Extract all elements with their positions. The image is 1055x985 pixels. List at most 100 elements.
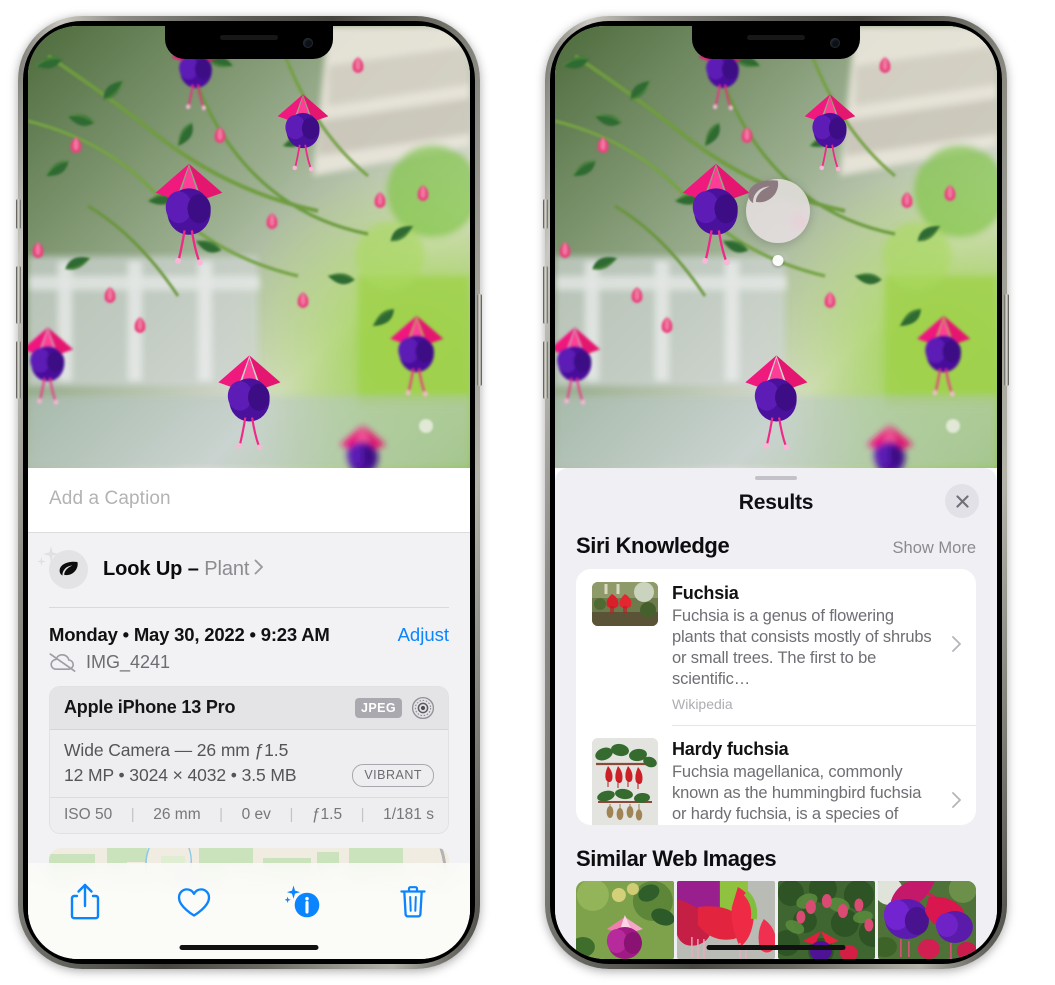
favorite-button[interactable]: [167, 877, 221, 927]
earpiece-grille-icon: [220, 35, 278, 40]
mute-switch-left[interactable]: [16, 199, 21, 229]
stat-separator: |: [289, 806, 294, 823]
fuchsia-photo: [555, 26, 997, 468]
stat-separator: |: [219, 806, 224, 823]
leaf-badge: [37, 546, 88, 589]
chevron-right-icon: [947, 791, 962, 814]
similar-images-header: Similar Web Images: [555, 825, 997, 881]
volume-down-left[interactable]: [16, 341, 21, 399]
phone-left: Add a Caption Look Up – Plant Monday • M…: [16, 16, 482, 969]
front-camera-icon: [830, 38, 840, 48]
screen-right: Results Siri Knowledge Show More Fuchsia…: [555, 26, 997, 959]
similar-images-title: Similar Web Images: [576, 846, 777, 871]
specs-line: 12 MP • 3024 × 4032 • 3.5 MB: [64, 764, 297, 785]
visual-lookup-anchor-dot: [772, 255, 784, 266]
fuchsia-red-flowers-thumb: [592, 582, 658, 627]
filename: IMG_4241: [86, 651, 171, 672]
notch-left: [165, 26, 333, 59]
caption-field-row[interactable]: Add a Caption: [28, 468, 470, 533]
fuchsia-pink-white-thumb: [576, 881, 674, 959]
format-badge: JPEG: [355, 697, 402, 718]
knowledge-description: Fuchsia magellanica, commonly known as t…: [672, 762, 922, 823]
vibrant-badge: VIBRANT: [352, 763, 434, 787]
results-sheet: Results Siri Knowledge Show More Fuchsia…: [555, 468, 997, 959]
close-icon: [955, 494, 969, 508]
exif-stat-shutter: 1/181 s: [383, 805, 434, 823]
share-button[interactable]: [58, 877, 112, 927]
notch-right: [692, 26, 860, 59]
lens-line: Wide Camera — 26 mm ƒ1.5: [64, 739, 289, 760]
stat-separator: |: [130, 806, 135, 823]
filename-row: IMG_4241: [28, 646, 470, 686]
cloud-slash-icon: [49, 652, 76, 672]
siri-knowledge-title: Siri Knowledge: [576, 533, 730, 559]
siri-knowledge-header: Siri Knowledge Show More: [555, 530, 997, 569]
visual-lookup-circle[interactable]: [746, 179, 810, 243]
knowledge-title: Hardy fuchsia: [672, 738, 789, 759]
volume-down-right[interactable]: [543, 341, 548, 399]
knowledge-source: Wikipedia: [672, 695, 733, 712]
heart-icon: [178, 887, 211, 917]
capture-date-row: Monday • May 30, 2022 • 9:23 AM Adjust: [28, 608, 470, 646]
screenshot-root: Add a Caption Look Up – Plant Monday • M…: [0, 0, 1055, 985]
knowledge-thumbnail: [592, 737, 658, 825]
volume-up-left[interactable]: [16, 266, 21, 324]
knowledge-title: Fuchsia: [672, 583, 739, 604]
similar-image-1[interactable]: [576, 881, 674, 959]
visual-lookup-badge[interactable]: [746, 179, 810, 266]
power-button-left[interactable]: [477, 294, 482, 386]
aperture-icon: [411, 696, 435, 719]
sparkle-small-icon: [37, 557, 46, 566]
exif-stat-ev: 0 ev: [241, 805, 271, 823]
hardy-fuchsia-branch-thumb: [592, 737, 658, 825]
exif-card[interactable]: Apple iPhone 13 Pro JPEG Wide Camera — 2…: [49, 685, 449, 834]
siri-knowledge-card: Fuchsia Fuchsia is a genus of flowering …: [576, 569, 976, 825]
info-sparkle-icon: [284, 885, 319, 918]
power-button-right[interactable]: [1004, 294, 1009, 386]
specs-row: 12 MP • 3024 × 4032 • 3.5 MB VIBRANT: [64, 763, 434, 787]
home-indicator-left[interactable]: [179, 945, 319, 950]
caption-input[interactable]: Add a Caption: [49, 488, 449, 510]
screen-left: Add a Caption Look Up – Plant Monday • M…: [28, 26, 470, 959]
fuchsia-photo: [28, 26, 470, 468]
device-name: Apple iPhone 13 Pro: [64, 697, 236, 717]
leaf-icon: [748, 180, 779, 203]
earpiece-grille-icon: [747, 35, 805, 40]
look-up-label: Look Up – Plant: [103, 558, 264, 581]
photo-viewer-right[interactable]: [555, 26, 997, 468]
look-up-main: Look Up: [103, 558, 183, 580]
knowledge-thumbnail: [592, 582, 658, 627]
photo-viewer-left[interactable]: [28, 26, 470, 468]
delete-button[interactable]: [386, 877, 440, 927]
fuchsia-purple-magenta-thumb: [878, 881, 976, 959]
volume-up-right[interactable]: [543, 266, 548, 324]
exif-body: Wide Camera — 26 mm ƒ1.5 12 MP • 3024 × …: [50, 729, 448, 797]
list-item[interactable]: Fuchsia Fuchsia is a genus of flowering …: [576, 569, 976, 724]
chevron-right-icon: [254, 558, 264, 581]
share-icon: [70, 883, 100, 920]
list-item[interactable]: Hardy fuchsia Fuchsia magellanica, commo…: [576, 724, 976, 825]
adjust-button[interactable]: Adjust: [398, 624, 449, 646]
exif-header: Apple iPhone 13 Pro JPEG: [50, 686, 448, 730]
capture-date: Monday • May 30, 2022 • 9:23 AM: [49, 623, 330, 645]
leaf-icon: [59, 561, 78, 576]
similar-image-4[interactable]: [878, 881, 976, 959]
info-button[interactable]: [277, 877, 331, 927]
trash-icon: [400, 886, 426, 918]
phone-right: Results Siri Knowledge Show More Fuchsia…: [543, 16, 1009, 969]
results-header: Results: [555, 480, 997, 530]
show-more-button[interactable]: Show More: [893, 539, 976, 558]
results-title: Results: [738, 491, 814, 515]
knowledge-text: Hardy fuchsia Fuchsia magellanica, commo…: [672, 738, 933, 825]
look-up-dash: –: [182, 558, 205, 580]
photo-info-sheet: Add a Caption Look Up – Plant Monday • M…: [28, 468, 470, 959]
exif-stats-row: ISO 50 | 26 mm | 0 ev | ƒ1.5 | 1/181 s: [50, 796, 448, 833]
front-camera-icon: [303, 38, 313, 48]
stat-separator: |: [360, 806, 365, 823]
exif-stat-focal: 26 mm: [153, 805, 201, 823]
knowledge-text: Fuchsia Fuchsia is a genus of flowering …: [672, 582, 933, 711]
close-button[interactable]: [945, 484, 979, 519]
look-up-row[interactable]: Look Up – Plant: [28, 533, 470, 607]
mute-switch-right[interactable]: [543, 199, 548, 229]
home-indicator-right[interactable]: [706, 945, 846, 950]
